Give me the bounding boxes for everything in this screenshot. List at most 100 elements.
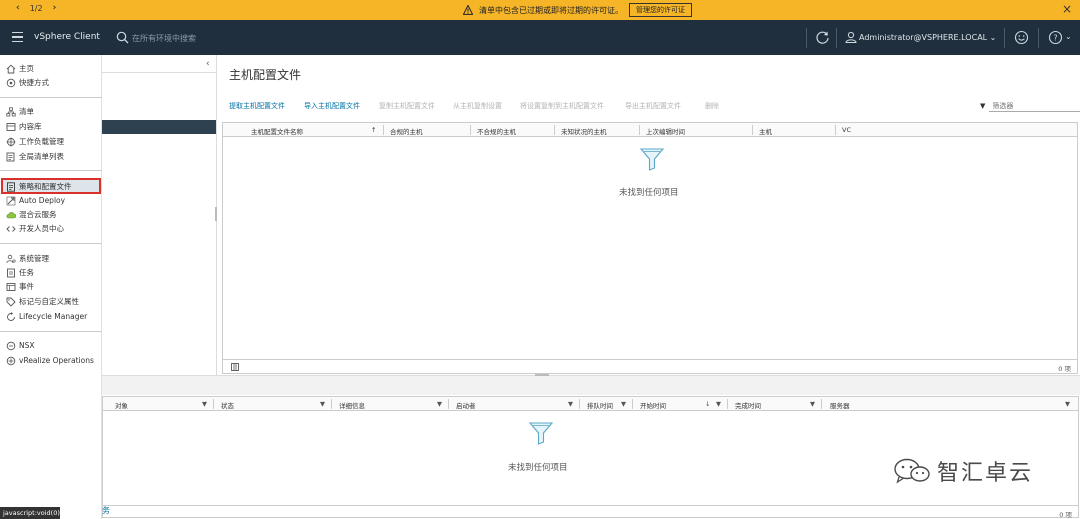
sidebar-item-workload[interactable]: 工作负载管理 — [6, 135, 64, 148]
column-filter-icon[interactable]: ▼ — [716, 400, 721, 408]
splitter-handle[interactable] — [535, 374, 549, 376]
sidebar-item-developer-center[interactable]: 开发人员中心 — [6, 222, 64, 235]
column-header-compliant-hosts[interactable]: 合规的主机 — [390, 126, 423, 136]
copy-settings-to-profile-button[interactable]: 将设置复制到主机配置文件 — [520, 101, 604, 111]
column-separator[interactable] — [835, 125, 836, 135]
sidebar-item-inventory[interactable]: 清单 — [6, 105, 34, 118]
column-separator[interactable] — [821, 399, 822, 409]
column-filter-icon[interactable]: ▼ — [568, 400, 573, 408]
column-separator[interactable] — [639, 125, 640, 135]
tasks-column-status[interactable]: 状态 — [221, 400, 234, 410]
help-caret-icon[interactable]: ⌄ — [1065, 32, 1072, 41]
column-separator[interactable] — [383, 125, 384, 135]
column-header-host[interactable]: 主机 — [759, 126, 772, 136]
tasks-footer: 0 项 — [103, 505, 1078, 519]
column-header-name[interactable]: 主机配置文件名称 — [251, 126, 303, 136]
tasks-column-details[interactable]: 详细信息 — [339, 400, 365, 410]
sort-desc-icon[interactable]: ↓ — [705, 400, 710, 408]
sidebar-item-global-inventory[interactable]: 全局清单列表 — [6, 150, 64, 163]
tree-header-divider — [102, 72, 216, 73]
next-alert-icon[interactable]: › — [53, 3, 57, 13]
extract-host-profile-button[interactable]: 提取主机配置文件 — [229, 101, 285, 111]
header-divider — [806, 28, 807, 48]
browser-status-bar: javascript:void(0) — [0, 507, 60, 519]
sidebar-item-tags[interactable]: 标记与自定义属性 — [6, 295, 79, 308]
export-host-profile-button[interactable]: 导出主机配置文件 — [625, 101, 681, 111]
tasks-column-start-time[interactable]: 开始时间 — [640, 400, 666, 410]
sidebar-item-tasks[interactable]: 任务 — [6, 266, 34, 279]
sidebar-item-administration[interactable]: 系统管理 — [6, 252, 49, 265]
filter-input[interactable] — [989, 100, 1080, 112]
page-title: 主机配置文件 — [229, 68, 302, 82]
sidebar-item-hybrid-cloud[interactable]: 混合云服务 — [6, 208, 57, 221]
empty-filter-icon — [528, 422, 554, 445]
user-icon[interactable] — [845, 31, 857, 43]
column-filter-icon[interactable]: ▼ — [1065, 400, 1070, 408]
app-title[interactable]: vSphere Client — [34, 32, 100, 42]
column-header-noncompliant-hosts[interactable]: 不合规的主机 — [477, 126, 516, 136]
recent-tasks-tab[interactable]: 务 — [102, 505, 110, 516]
tasks-column-object[interactable]: 对象 — [115, 400, 128, 410]
copy-settings-from-host-button[interactable]: 从主机复制设置 — [453, 101, 502, 111]
sidebar-item-auto-deploy[interactable]: Auto Deploy — [6, 194, 65, 207]
column-separator[interactable] — [331, 399, 332, 409]
sort-asc-icon[interactable]: ↑ — [371, 126, 376, 134]
column-filter-icon[interactable]: ▼ — [320, 400, 325, 408]
column-separator[interactable] — [632, 399, 633, 409]
sidebar-item-label: 系统管理 — [19, 254, 49, 263]
global-search-input[interactable]: 在所有环境中搜索 — [132, 33, 196, 44]
sidebar-item-shortcuts[interactable]: 快捷方式 — [6, 76, 49, 89]
manage-licenses-button[interactable]: 管理您的许可证 — [629, 3, 692, 17]
panel-splitter[interactable] — [102, 375, 1080, 395]
sidebar-item-label: 策略和配置文件 — [19, 182, 72, 191]
filter-icon: ▼ — [980, 102, 986, 110]
duplicate-host-profile-button[interactable]: 复制主机配置文件 — [379, 101, 435, 111]
close-alert-icon[interactable]: × — [1062, 3, 1072, 15]
column-separator[interactable] — [213, 399, 214, 409]
column-toggle-icon[interactable] — [231, 363, 239, 371]
sidebar-item-lifecycle-manager[interactable]: Lifecycle Manager — [6, 310, 87, 323]
column-filter-icon[interactable]: ▼ — [202, 400, 207, 408]
sidebar-item-nsx[interactable]: NSX — [6, 339, 35, 352]
user-menu[interactable]: Administrator@VSPHERE.LOCAL ⌄ — [859, 33, 996, 42]
column-separator[interactable] — [448, 399, 449, 409]
policies-icon — [7, 181, 15, 192]
column-filter-icon[interactable]: ▼ — [810, 400, 815, 408]
delete-button[interactable]: 删除 — [705, 101, 719, 111]
column-header-vc[interactable]: VC — [842, 126, 851, 134]
tree-selected-row[interactable] — [102, 120, 216, 134]
column-separator[interactable] — [752, 125, 753, 135]
tasks-column-server[interactable]: 服务器 — [830, 400, 850, 410]
wechat-logo-icon — [894, 458, 930, 484]
column-separator[interactable] — [727, 399, 728, 409]
column-header-last-modified[interactable]: 上次编辑时间 — [646, 126, 685, 136]
sidebar-item-home[interactable]: 主页 — [6, 62, 34, 75]
collapse-panel-icon[interactable]: ‹ — [206, 59, 210, 69]
tasks-column-completion-time[interactable]: 完成时间 — [735, 400, 761, 410]
column-filter-icon[interactable]: ▼ — [621, 400, 626, 408]
help-icon[interactable]: ? — [1048, 30, 1063, 45]
feedback-smiley-icon[interactable] — [1014, 30, 1029, 45]
tree-resize-handle[interactable] — [215, 207, 217, 221]
prev-alert-icon[interactable]: ‹ — [16, 3, 20, 13]
hamburger-menu-icon[interactable] — [12, 32, 23, 42]
import-host-profile-button[interactable]: 导入主机配置文件 — [304, 101, 360, 111]
sidebar-item-policies-profiles[interactable]: 策略和配置文件 — [6, 180, 72, 193]
column-separator[interactable] — [579, 399, 580, 409]
sidebar-item-content-library[interactable]: 内容库 — [6, 120, 42, 133]
sidebar-item-label: Lifecycle Manager — [19, 312, 88, 321]
sidebar-item-events[interactable]: 事件 — [6, 280, 34, 293]
host-profiles-grid: 主机配置文件名称 ↑ 合规的主机 不合规的主机 未知状况的主机 上次编辑时间 主… — [222, 122, 1078, 374]
refresh-icon[interactable] — [815, 30, 830, 45]
tasks-column-queued-for[interactable]: 排队时间 — [587, 400, 613, 410]
auto-deploy-icon — [6, 196, 16, 205]
tasks-column-initiator[interactable]: 启动者 — [456, 400, 476, 410]
sidebar-item-vrealize-operations[interactable]: vRealize Operations — [6, 354, 94, 367]
column-separator[interactable] — [554, 125, 555, 135]
watermark-text: 智汇卓云 — [937, 461, 1034, 486]
column-separator[interactable] — [470, 125, 471, 135]
column-header-unknown-hosts[interactable]: 未知状况的主机 — [561, 126, 607, 136]
search-icon[interactable] — [116, 31, 129, 44]
alert-message: 清单中包含已过期或即将过期的许可证。 — [479, 5, 623, 15]
column-filter-icon[interactable]: ▼ — [437, 400, 442, 408]
